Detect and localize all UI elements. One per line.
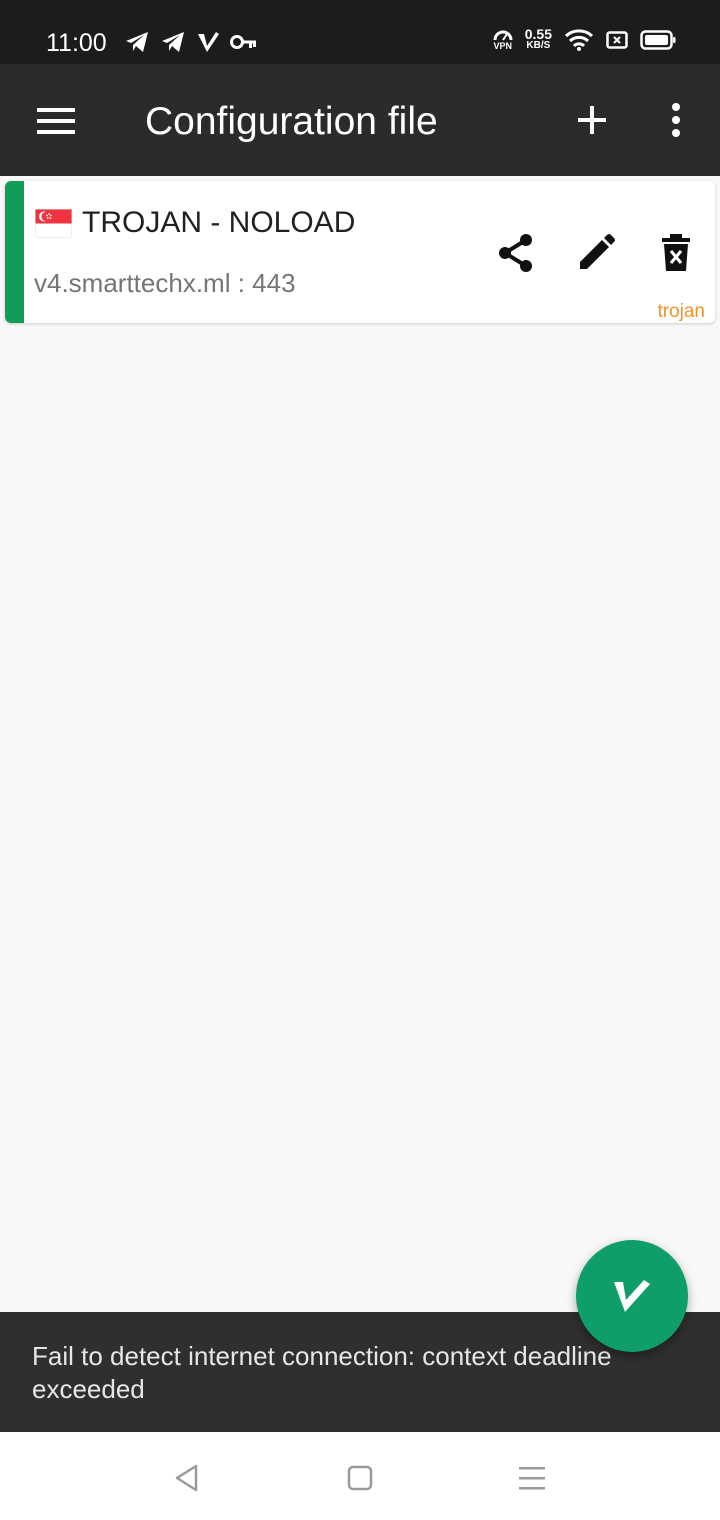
vpn-gauge-icon — [493, 30, 513, 41]
add-config-button[interactable] — [564, 92, 620, 148]
vpn-indicator: VPN — [493, 29, 513, 51]
app-bar: Configuration file — [0, 64, 720, 176]
notification-icons — [124, 30, 258, 54]
v2ray-icon — [196, 30, 220, 54]
battery-icon — [640, 30, 676, 50]
edit-button[interactable] — [572, 229, 620, 277]
snackbar-message: Fail to detect internet connection: cont… — [32, 1341, 612, 1404]
system-icons: VPN 0.55 KB/S — [493, 26, 676, 52]
menu-button[interactable] — [26, 96, 86, 146]
back-button[interactable] — [165, 1456, 209, 1500]
recents-icon — [519, 1467, 545, 1490]
network-speed: 0.55 KB/S — [524, 26, 552, 52]
selected-indicator — [5, 181, 24, 323]
singapore-flag-icon — [35, 209, 72, 238]
back-icon — [175, 1464, 198, 1492]
server-name: TROJAN - NOLOAD — [82, 206, 356, 239]
delete-button[interactable] — [652, 229, 700, 277]
screen: 11:00 VPN 0.55 KB/S Configuration file T… — [0, 0, 720, 1520]
wifi-icon — [564, 28, 594, 52]
speed-unit: KB/S — [526, 40, 551, 51]
status-time: 11:00 — [46, 29, 107, 57]
telegram-icon — [160, 30, 186, 54]
key-icon — [230, 32, 258, 52]
protocol-type: trojan — [657, 301, 705, 322]
add-icon — [578, 106, 606, 134]
telegram-icon — [124, 30, 150, 54]
navigation-bar — [0, 1432, 720, 1520]
edit-icon — [580, 234, 615, 269]
home-button[interactable] — [338, 1456, 382, 1500]
page-title: Configuration file — [145, 100, 438, 143]
screen-record-icon — [606, 31, 628, 49]
server-address: v4.smarttechx.ml : 443 — [34, 268, 296, 298]
menu-icon — [37, 108, 75, 134]
connect-fab[interactable] — [576, 1240, 688, 1352]
more-options-button[interactable] — [652, 92, 700, 148]
home-icon — [347, 1465, 373, 1491]
speed-value: 0.55 — [524, 26, 552, 42]
more-vert-icon — [672, 103, 680, 137]
server-card[interactable]: TROJAN - NOLOAD v4.smarttechx.ml : 443 t… — [5, 181, 715, 323]
recents-button[interactable] — [510, 1456, 554, 1500]
v2ray-logo-icon — [614, 1280, 650, 1312]
vpn-label: VPN — [493, 41, 512, 51]
status-bar: 11:00 VPN 0.55 KB/S — [0, 0, 720, 64]
share-button[interactable] — [492, 229, 540, 277]
delete-icon — [662, 234, 690, 271]
share-icon — [499, 234, 532, 272]
